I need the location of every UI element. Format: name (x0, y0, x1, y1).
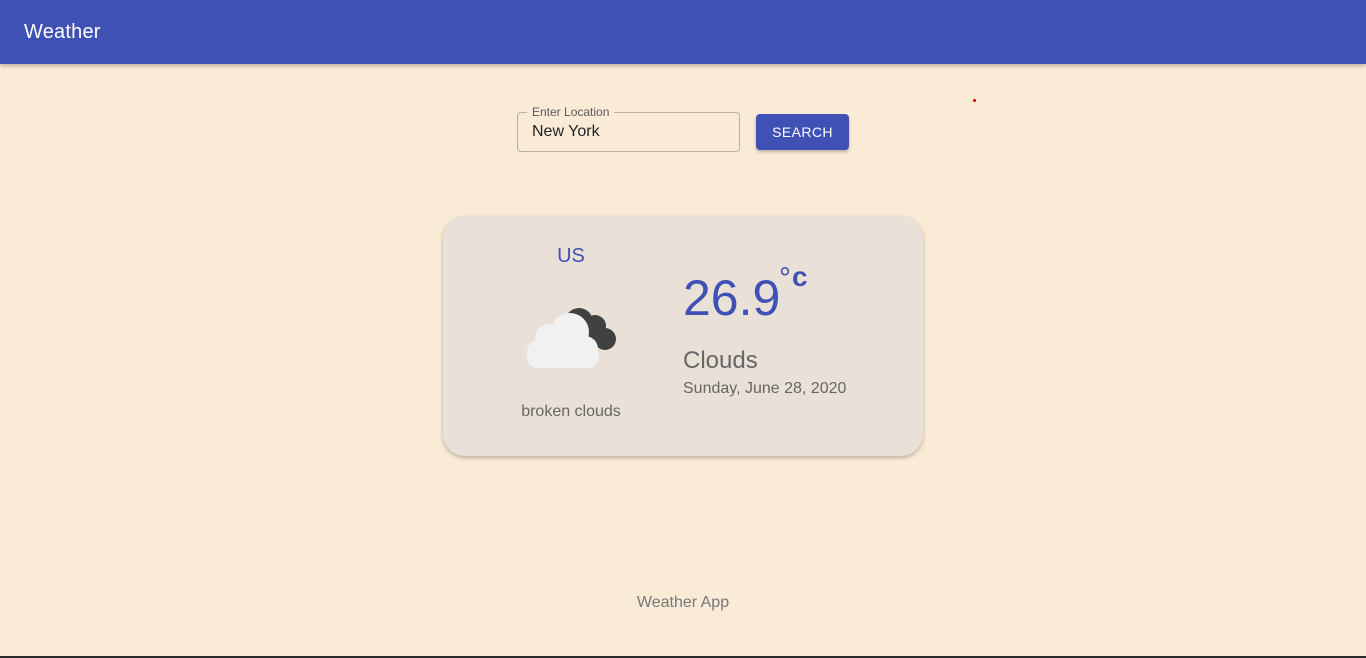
celsius-symbol: c (792, 261, 808, 292)
temperature-block: 26.9 °c (683, 262, 808, 328)
footer-text: Weather App (636, 594, 730, 611)
broken-clouds-icon (527, 308, 616, 368)
temperature-unit: °c (779, 261, 808, 295)
weather-date: Sunday, June 28, 2020 (683, 380, 847, 397)
weather-condition: Clouds (683, 347, 758, 374)
search-button[interactable]: SEARCH (756, 114, 849, 150)
red-dot (973, 99, 976, 102)
location-label: Enter Location (527, 105, 615, 119)
search-form: Enter Location SEARCH (517, 104, 857, 152)
degree-symbol: ° (779, 262, 791, 295)
footer: Weather App (0, 594, 1366, 612)
country-code: US (557, 245, 585, 267)
weather-card: US broken clouds 26.9 °c Clouds Sunday, … (443, 216, 923, 456)
temperature-value: 26.9 (683, 270, 781, 326)
weather-description: broken clouds (521, 403, 621, 420)
app-bar: Weather (0, 0, 1366, 64)
location-field[interactable]: Enter Location (517, 105, 740, 152)
app-title: Weather (24, 20, 101, 43)
